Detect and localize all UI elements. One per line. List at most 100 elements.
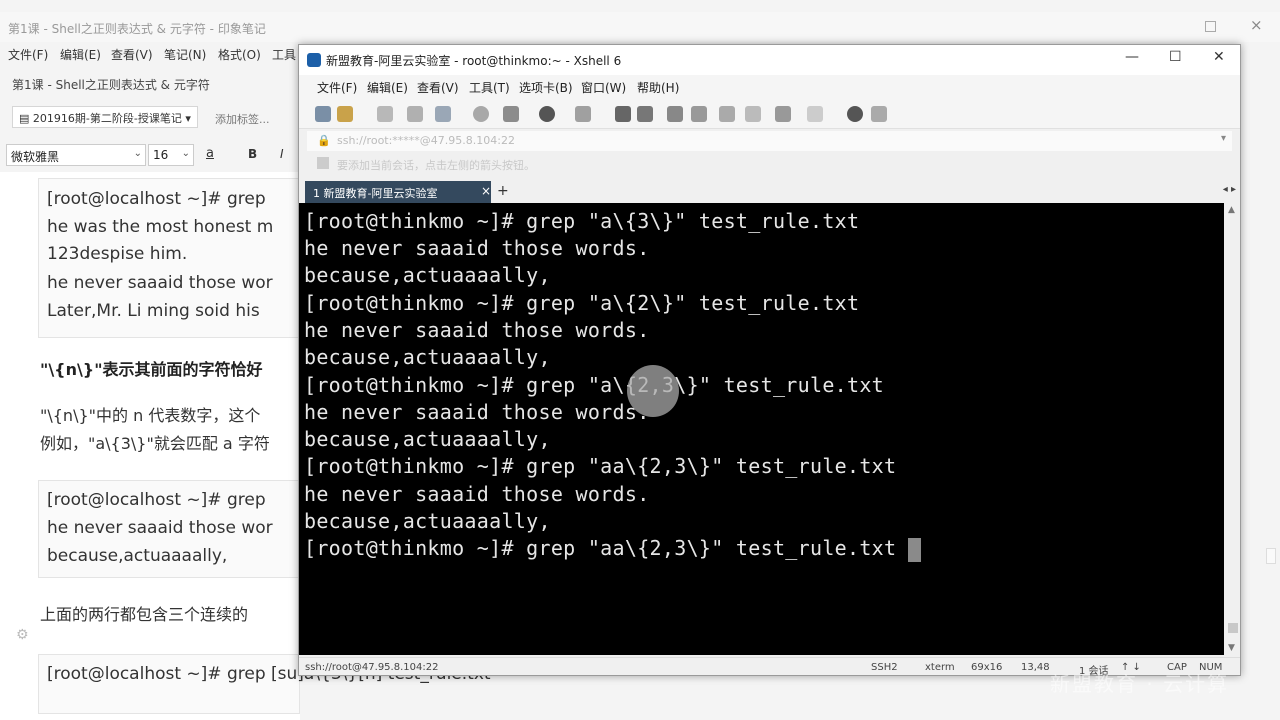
note-menu-note[interactable]: 笔记(N): [164, 46, 206, 63]
xshell-window: 新盟教育-阿里云实验室 - root@thinkmo:~ - Xshell 6 …: [298, 44, 1241, 676]
menu-tools[interactable]: 工具(T): [469, 79, 510, 96]
note-menu-edit[interactable]: 编辑(E): [60, 46, 101, 63]
code-line: [root@localhost ~]# grep: [47, 490, 266, 510]
terminal-line: [root@thinkmo ~]# grep "aa\{2,3\}" test_…: [304, 454, 897, 478]
code-line: he was the most honest m: [47, 217, 274, 237]
notebook-name: 201916期-第二阶段-授课笔记: [32, 112, 182, 125]
paragraph: 例如，"a\{3\}"就会匹配 a 字符: [40, 434, 270, 453]
color-scheme-icon[interactable]: [539, 106, 555, 122]
xshell-menu-bar: 文件(F) 编辑(E) 查看(V) 工具(T) 选项卡(B) 窗口(W) 帮助(…: [299, 75, 1240, 99]
terminal-line: because,actuaaaally,: [304, 427, 551, 451]
terminal-line: because,actuaaaally,: [304, 263, 551, 287]
text-cursor: [908, 538, 921, 562]
tab-close-icon[interactable]: ×: [481, 184, 491, 198]
tab-navigation-icon[interactable]: ◂ ▸: [1223, 184, 1236, 195]
terminal-line: he never saaaid those words.: [304, 400, 650, 424]
chevron-down-icon[interactable]: ▾: [1221, 133, 1226, 144]
disconnect-icon[interactable]: [407, 106, 423, 122]
terminal-view[interactable]: [root@thinkmo ~]# grep "a\{3\}" test_rul…: [299, 203, 1224, 655]
terminal-line: [root@thinkmo ~]# grep "aa\{2,3\}" test_…: [304, 536, 897, 560]
chat-icon[interactable]: [871, 106, 887, 122]
maximize-icon[interactable]: ☐: [1169, 49, 1182, 65]
status-terminal-size: 69x16: [971, 662, 1003, 673]
arrow-icon[interactable]: [317, 157, 329, 169]
close-icon[interactable]: ✕: [1213, 49, 1225, 65]
add-tab-icon[interactable]: +: [497, 183, 509, 199]
menu-tabs[interactable]: 选项卡(B): [519, 79, 573, 96]
chevron-down-icon: ⌄: [181, 148, 190, 159]
section-heading: "\{n\}"表示其前面的字符恰好: [40, 360, 263, 379]
paragraph: 上面的两行都包含三个连续的: [40, 605, 249, 624]
layout-icon[interactable]: [503, 106, 519, 122]
keyboard-icon[interactable]: [719, 106, 735, 122]
note-editor[interactable]: [root@localhost ~]# grep he was the most…: [0, 172, 491, 720]
chevron-down-icon: ⌄: [133, 148, 142, 159]
xshell-app-icon: [307, 53, 321, 67]
reconnect-icon[interactable]: [377, 106, 393, 122]
font-size-select[interactable]: 16 ⌄: [148, 144, 194, 166]
menu-help[interactable]: 帮助(H): [637, 79, 679, 96]
address-bar[interactable]: 🔒 ssh://root:*****@47.95.8.104:22 ▾: [307, 131, 1232, 151]
menu-edit[interactable]: 编辑(E): [367, 79, 408, 96]
add-tag-link[interactable]: 添加标签...: [215, 111, 270, 127]
search-icon[interactable]: [473, 106, 489, 122]
xftp-icon[interactable]: [615, 106, 631, 122]
maximize-icon[interactable]: [1205, 21, 1216, 32]
paragraph: "\{n\}"中的 n 代表数字，这个: [40, 406, 261, 425]
session-hint-bar: 要添加当前会话，点击左侧的箭头按钮。: [307, 153, 1232, 175]
italic-button[interactable]: I: [280, 147, 284, 161]
camera-icon[interactable]: [637, 106, 653, 122]
scrollbar-thumb[interactable]: [1228, 623, 1238, 633]
video-watermark: 新盟教育 · 云计算: [1050, 672, 1230, 696]
help-icon[interactable]: [847, 106, 863, 122]
transfer-icon[interactable]: [807, 106, 823, 122]
scroll-down-icon[interactable]: ▼: [1228, 643, 1235, 653]
xshell-title-bar[interactable]: 新盟教育-阿里云实验室 - root@thinkmo:~ - Xshell 6 …: [299, 45, 1240, 75]
note-menu-format[interactable]: 格式(O): [218, 46, 261, 63]
fullscreen-icon[interactable]: [667, 106, 683, 122]
font-color-button[interactable]: a: [206, 146, 214, 161]
menu-file[interactable]: 文件(F): [317, 79, 357, 96]
scrollbar-thumb[interactable]: [1266, 548, 1276, 564]
code-line: because,actuaaaally,: [47, 546, 228, 566]
pencil-icon[interactable]: [745, 106, 761, 122]
tab-session-1[interactable]: 1 新盟教育-阿里云实验室 ×: [305, 181, 491, 203]
note-meta-row: ▤ 201916期-第二阶段-授课笔记 ▾ 添加标签...: [0, 104, 300, 130]
properties-icon[interactable]: [435, 106, 451, 122]
code-line: 123despise him.: [47, 244, 188, 264]
terminal-scrollbar[interactable]: ▲ ▼: [1224, 203, 1240, 655]
font-icon[interactable]: [575, 106, 591, 122]
session-hint-text: 要添加当前会话，点击左侧的箭头按钮。: [337, 159, 535, 172]
terminal-line: because,actuaaaally,: [304, 509, 551, 533]
code-line: he never saaaid those wor: [47, 273, 273, 293]
terminal-line: [root@thinkmo ~]# grep "a\{3\}" test_rul…: [304, 209, 860, 233]
minimize-icon[interactable]: —: [1125, 49, 1139, 65]
menu-view[interactable]: 查看(V): [417, 79, 459, 96]
note-menu-view[interactable]: 查看(V): [111, 46, 153, 63]
note-menu-tools[interactable]: 工具: [272, 46, 296, 63]
script-icon[interactable]: [775, 106, 791, 122]
lock-icon[interactable]: [691, 106, 707, 122]
terminal-line: because,actuaaaally,: [304, 345, 551, 369]
font-family-value: 微软雅黑: [11, 150, 60, 164]
terminal-line: he never saaaid those words.: [304, 236, 650, 260]
notebook-select[interactable]: ▤ 201916期-第二阶段-授课笔记 ▾: [12, 106, 198, 128]
close-icon[interactable]: ×: [1250, 16, 1263, 34]
gear-icon[interactable]: ⚙: [16, 627, 29, 643]
open-folder-icon[interactable]: [337, 106, 353, 122]
code-line: Later,Mr. Li ming soid his: [47, 301, 260, 321]
address-value: ssh://root:*****@47.95.8.104:22: [337, 134, 515, 147]
font-size-value: 16: [153, 148, 169, 162]
tab-label: 1 新盟教育-阿里云实验室: [313, 187, 438, 200]
font-family-select[interactable]: 微软雅黑 ⌄: [6, 144, 146, 166]
new-session-icon[interactable]: [315, 106, 331, 122]
bold-button[interactable]: B: [248, 147, 257, 161]
xshell-window-title: 新盟教育-阿里云实验室 - root@thinkmo:~ - Xshell 6: [326, 54, 622, 68]
menu-window[interactable]: 窗口(W): [581, 79, 626, 96]
note-menu-file[interactable]: 文件(F): [8, 46, 48, 63]
note-page-title: 第1课 - Shell之正则表达式 & 元字符: [12, 78, 210, 92]
note-menu-bar: 文件(F) 编辑(E) 查看(V) 笔记(N) 格式(O) 工具: [0, 42, 300, 64]
terminal-line: he never saaaid those words.: [304, 318, 650, 342]
mouse-pointer-highlight: [627, 365, 679, 417]
scroll-up-icon[interactable]: ▲: [1228, 205, 1235, 215]
